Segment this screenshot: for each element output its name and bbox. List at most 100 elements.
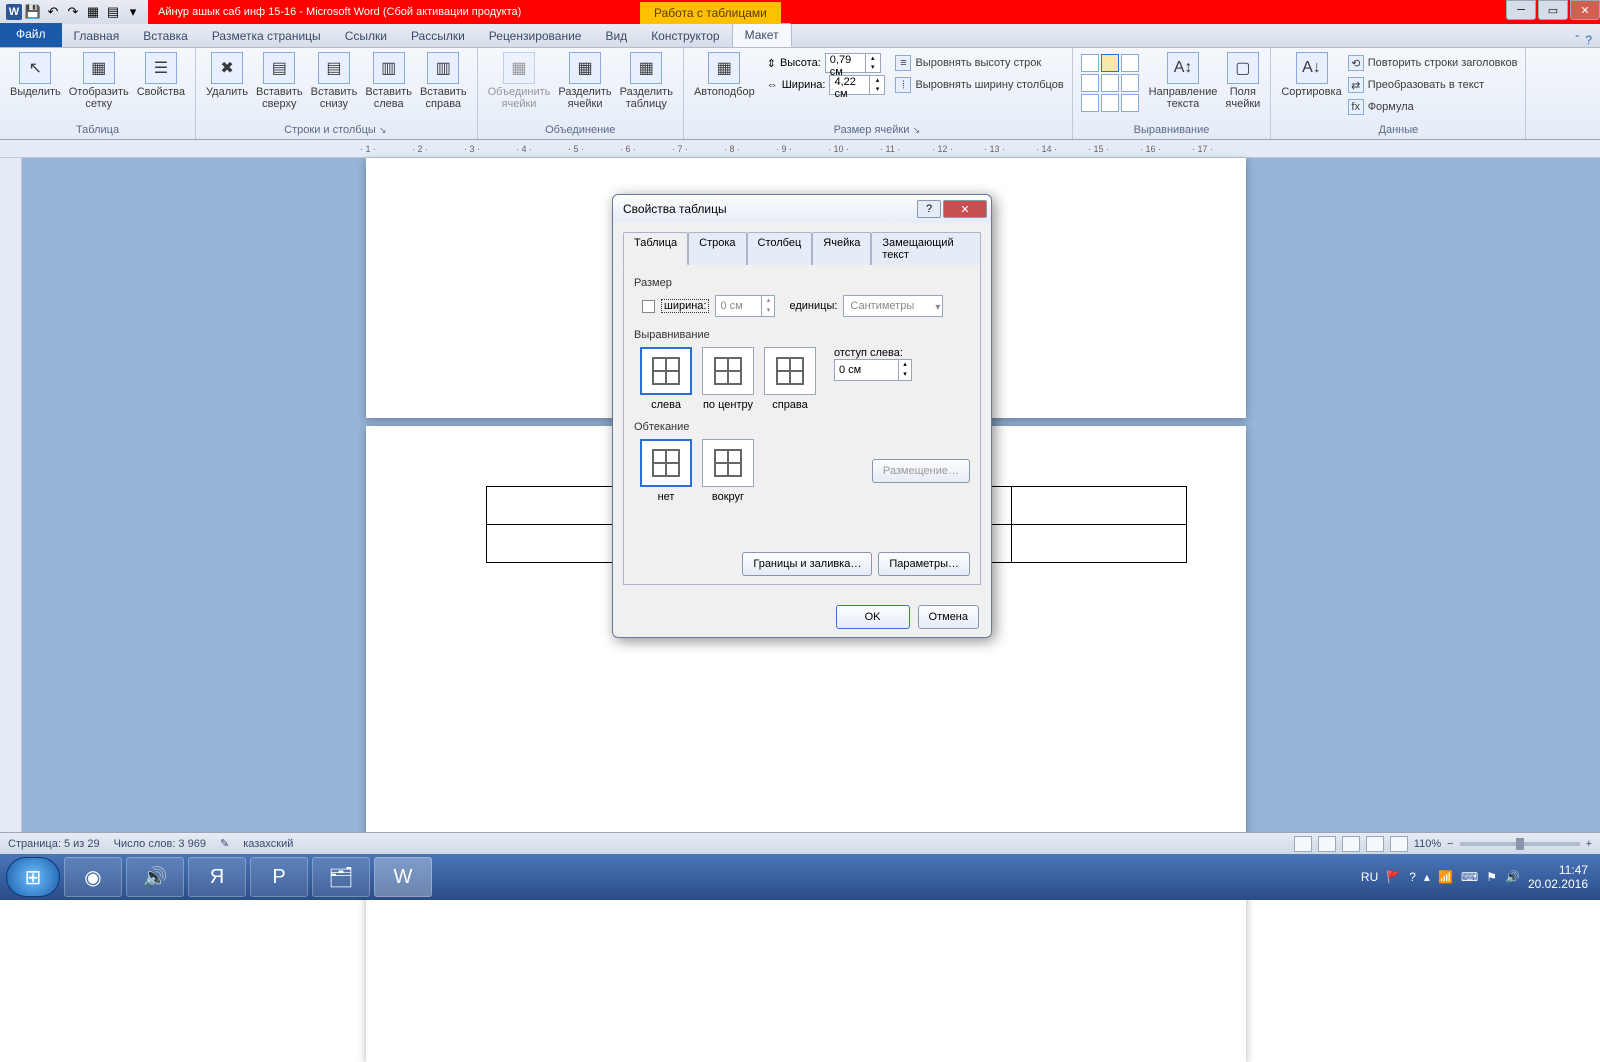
properties-button[interactable]: ☰Свойства — [133, 50, 189, 100]
tab-table[interactable]: Таблица — [623, 232, 688, 265]
width-checkbox[interactable] — [642, 300, 655, 313]
insert-right-button[interactable]: ▥Вставить справа — [416, 50, 471, 112]
tab-review[interactable]: Рецензирование — [477, 25, 594, 47]
dialog-help-button[interactable]: ? — [917, 200, 941, 218]
align-bc-icon[interactable] — [1101, 94, 1119, 112]
options-button[interactable]: Параметры… — [878, 552, 970, 576]
zoom-out-button[interactable]: − — [1447, 838, 1453, 850]
view-draft-icon[interactable] — [1390, 836, 1408, 852]
tab-references[interactable]: Ссылки — [333, 25, 399, 47]
dialog-close-button[interactable]: ✕ — [943, 200, 987, 218]
wrap-none-option[interactable]: нет — [640, 439, 692, 503]
minimize-button[interactable]: ─ — [1506, 0, 1536, 20]
align-br-icon[interactable] — [1121, 94, 1139, 112]
tab-home[interactable]: Главная — [62, 25, 132, 47]
cell-margins-button[interactable]: ▢Поля ячейки — [1221, 50, 1264, 112]
indent-input[interactable]: 0 см — [834, 359, 912, 381]
dialog-titlebar[interactable]: Свойства таблицы ? ✕ — [613, 195, 991, 223]
word-count[interactable]: Число слов: 3 969 — [114, 838, 206, 850]
file-tab[interactable]: Файл — [0, 23, 62, 47]
insert-left-button[interactable]: ▥Вставить слева — [361, 50, 416, 112]
tray-lang[interactable]: RU — [1361, 870, 1378, 884]
zoom-slider[interactable] — [1460, 842, 1580, 846]
vertical-ruler[interactable] — [0, 158, 22, 862]
delete-button[interactable]: ✖Удалить — [202, 50, 252, 100]
sort-button[interactable]: A↓Сортировка — [1277, 50, 1345, 100]
align-tl-icon[interactable] — [1081, 54, 1099, 72]
start-button[interactable]: ⊞ — [6, 857, 60, 897]
tray-chevron-icon[interactable]: ▴ — [1424, 870, 1430, 884]
tray-clock[interactable]: 11:4720.02.2016 — [1528, 863, 1588, 891]
alignment-grid[interactable] — [1081, 54, 1139, 112]
tray-help-icon[interactable]: ? — [1409, 870, 1416, 884]
save-icon[interactable]: 💾 — [24, 3, 42, 21]
insert-below-button[interactable]: ▤Вставить снизу — [307, 50, 362, 112]
ok-button[interactable]: OK — [836, 605, 910, 629]
qat-dropdown-icon[interactable]: ▾ — [124, 3, 142, 21]
redo-icon[interactable]: ↷ — [64, 3, 82, 21]
taskbar-explorer[interactable]: 🗂 — [312, 857, 370, 897]
zoom-value[interactable]: 110% — [1414, 838, 1441, 850]
units-combo[interactable]: Сантиметры — [843, 295, 943, 317]
view-gridlines-button[interactable]: ▦Отобразить сетку — [65, 50, 133, 112]
dialog-launcher-icon[interactable]: ↘ — [912, 125, 922, 135]
zoom-thumb[interactable] — [1516, 838, 1524, 850]
select-button[interactable]: ↖Выделить — [6, 50, 65, 100]
tab-insert[interactable]: Вставка — [131, 25, 200, 47]
align-left-option[interactable]: слева — [640, 347, 692, 411]
language-indicator[interactable]: казахский — [243, 838, 293, 850]
taskbar-chrome[interactable]: ◉ — [64, 857, 122, 897]
qat-icon[interactable]: ▤ — [104, 3, 122, 21]
split-cells-button[interactable]: ▦Разделить ячейки — [554, 50, 615, 112]
align-mr-icon[interactable] — [1121, 74, 1139, 92]
align-tr-icon[interactable] — [1121, 54, 1139, 72]
wrap-around-option[interactable]: вокруг — [702, 439, 754, 503]
tray-action-icon[interactable]: ⚑ — [1486, 870, 1497, 884]
dialog-launcher-icon[interactable]: ↘ — [379, 125, 389, 135]
align-ml-icon[interactable] — [1081, 74, 1099, 92]
width-input[interactable]: 0 см — [715, 295, 775, 317]
tray-keyboard-icon[interactable]: ⌨ — [1461, 870, 1478, 884]
tab-mailings[interactable]: Рассылки — [399, 25, 477, 47]
taskbar-powerpoint[interactable]: P — [250, 857, 308, 897]
tray-flag-icon[interactable]: 🚩 — [1386, 870, 1401, 884]
align-right-option[interactable]: справа — [764, 347, 816, 411]
tab-pagelayout[interactable]: Разметка страницы — [200, 25, 333, 47]
align-tc-icon[interactable] — [1101, 54, 1119, 72]
undo-icon[interactable]: ↶ — [44, 3, 62, 21]
insert-above-button[interactable]: ▤Вставить сверху — [252, 50, 307, 112]
distribute-rows-button[interactable]: ≡Выровнять высоту строк — [893, 52, 1065, 74]
view-print-icon[interactable] — [1294, 836, 1312, 852]
spellcheck-icon[interactable]: ✎ — [220, 837, 229, 850]
repeat-header-button[interactable]: ⟲Повторить строки заголовков — [1346, 52, 1520, 74]
tab-row[interactable]: Строка — [688, 232, 746, 265]
tab-layout[interactable]: Макет — [732, 23, 792, 47]
align-mc-icon[interactable] — [1101, 74, 1119, 92]
split-table-button[interactable]: ▦Разделить таблицу — [616, 50, 677, 112]
qat-icon[interactable]: ▦ — [84, 3, 102, 21]
view-fullscreen-icon[interactable] — [1318, 836, 1336, 852]
tray-volume-icon[interactable]: 🔊 — [1505, 870, 1520, 884]
cancel-button[interactable]: Отмена — [918, 605, 979, 629]
tab-view[interactable]: Вид — [593, 25, 639, 47]
page-indicator[interactable]: Страница: 5 из 29 — [8, 838, 100, 850]
width-input[interactable]: 4,22 см — [829, 75, 885, 95]
view-web-icon[interactable] — [1342, 836, 1360, 852]
tab-alttext[interactable]: Замещающий текст — [871, 232, 981, 265]
zoom-in-button[interactable]: + — [1586, 838, 1592, 850]
view-outline-icon[interactable] — [1366, 836, 1384, 852]
close-button[interactable]: ✕ — [1570, 0, 1600, 20]
text-direction-button[interactable]: A↕Направление текста — [1145, 50, 1222, 112]
tab-cell[interactable]: Ячейка — [812, 232, 871, 265]
height-input[interactable]: 0,79 см — [825, 53, 881, 73]
align-center-option[interactable]: по центру — [702, 347, 754, 411]
taskbar-sound[interactable]: 🔊 — [126, 857, 184, 897]
tab-design[interactable]: Конструктор — [639, 25, 731, 47]
formula-button[interactable]: fxФормула — [1346, 96, 1520, 118]
minimize-ribbon-icon[interactable]: ˆ — [1575, 33, 1579, 47]
align-bl-icon[interactable] — [1081, 94, 1099, 112]
restore-button[interactable]: ▭ — [1538, 0, 1568, 20]
convert-text-button[interactable]: ⇄Преобразовать в текст — [1346, 74, 1520, 96]
horizontal-ruler[interactable]: · 1 ·· 2 ·· 3 ·· 4 ·· 5 ·· 6 ·· 7 ·· 8 ·… — [0, 140, 1600, 158]
tray-network-icon[interactable]: 📶 — [1438, 870, 1453, 884]
